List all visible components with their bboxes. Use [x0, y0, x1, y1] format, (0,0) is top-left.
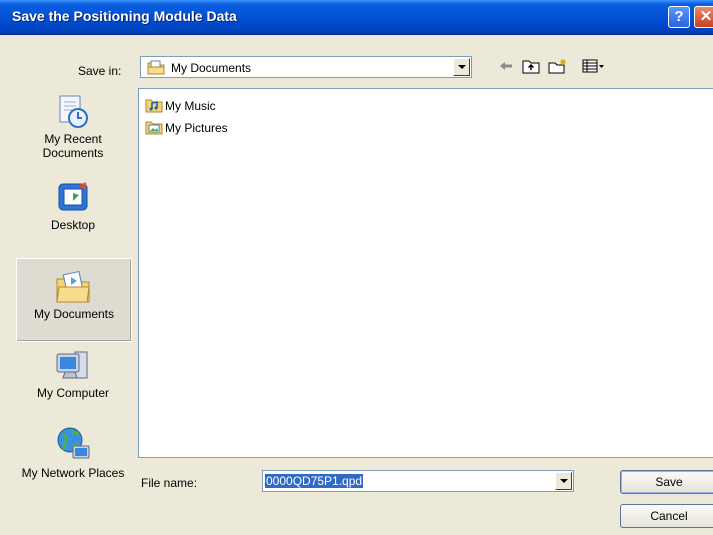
- back-arrow-icon[interactable]: [498, 58, 514, 74]
- place-my-documents[interactable]: My Documents: [16, 258, 132, 342]
- file-name-label: File name:: [141, 476, 198, 490]
- cancel-button[interactable]: Cancel: [620, 504, 713, 528]
- close-button[interactable]: ✕: [694, 6, 713, 28]
- view-menu-icon[interactable]: [582, 58, 606, 74]
- places-bar: My Recent Documents Desktop My Documents…: [16, 86, 132, 506]
- help-icon: ?: [674, 8, 684, 25]
- pictures-folder-icon: [145, 121, 163, 135]
- close-icon: ✕: [699, 8, 713, 25]
- place-label: Desktop: [50, 218, 96, 232]
- recent-documents-icon: [59, 95, 88, 128]
- up-folder-icon[interactable]: [522, 58, 540, 74]
- my-documents-icon: [147, 60, 165, 75]
- save-in-dropdown[interactable]: My Documents: [140, 56, 472, 78]
- network-places-icon: [57, 427, 90, 459]
- file-name: My Pictures: [165, 121, 228, 135]
- place-my-computer[interactable]: My Computer: [16, 348, 130, 416]
- title-bar: Save the Positioning Module Data ? ✕: [0, 0, 713, 35]
- chevron-down-icon[interactable]: [453, 58, 470, 76]
- file-name-input[interactable]: 0000QD75P1.qpd: [262, 470, 574, 492]
- help-button[interactable]: ?: [668, 6, 690, 28]
- my-documents-icon: [56, 270, 90, 303]
- place-my-network-places[interactable]: My Network Places: [16, 426, 130, 506]
- file-name: My Music: [165, 99, 216, 113]
- save-in-label: Save in:: [78, 64, 122, 78]
- new-folder-icon[interactable]: [548, 58, 568, 74]
- file-list[interactable]: My Music My Pictures: [138, 88, 713, 458]
- place-label: My Network Places: [21, 466, 125, 480]
- desktop-icon: [58, 182, 88, 211]
- music-folder-icon: [145, 99, 163, 113]
- window-title: Save the Positioning Module Data: [12, 8, 237, 24]
- place-label: My Recent Documents: [42, 132, 104, 160]
- my-computer-icon: [56, 351, 88, 379]
- place-label: My Computer: [36, 386, 110, 400]
- place-desktop[interactable]: Desktop: [16, 180, 130, 244]
- place-my-recent-documents[interactable]: My Recent Documents: [16, 94, 130, 172]
- place-label: My Documents: [33, 307, 115, 321]
- file-name-value: 0000QD75P1.qpd: [265, 474, 364, 488]
- chevron-down-icon[interactable]: [555, 472, 572, 490]
- save-in-value: My Documents: [171, 61, 252, 75]
- save-button[interactable]: Save: [620, 470, 713, 494]
